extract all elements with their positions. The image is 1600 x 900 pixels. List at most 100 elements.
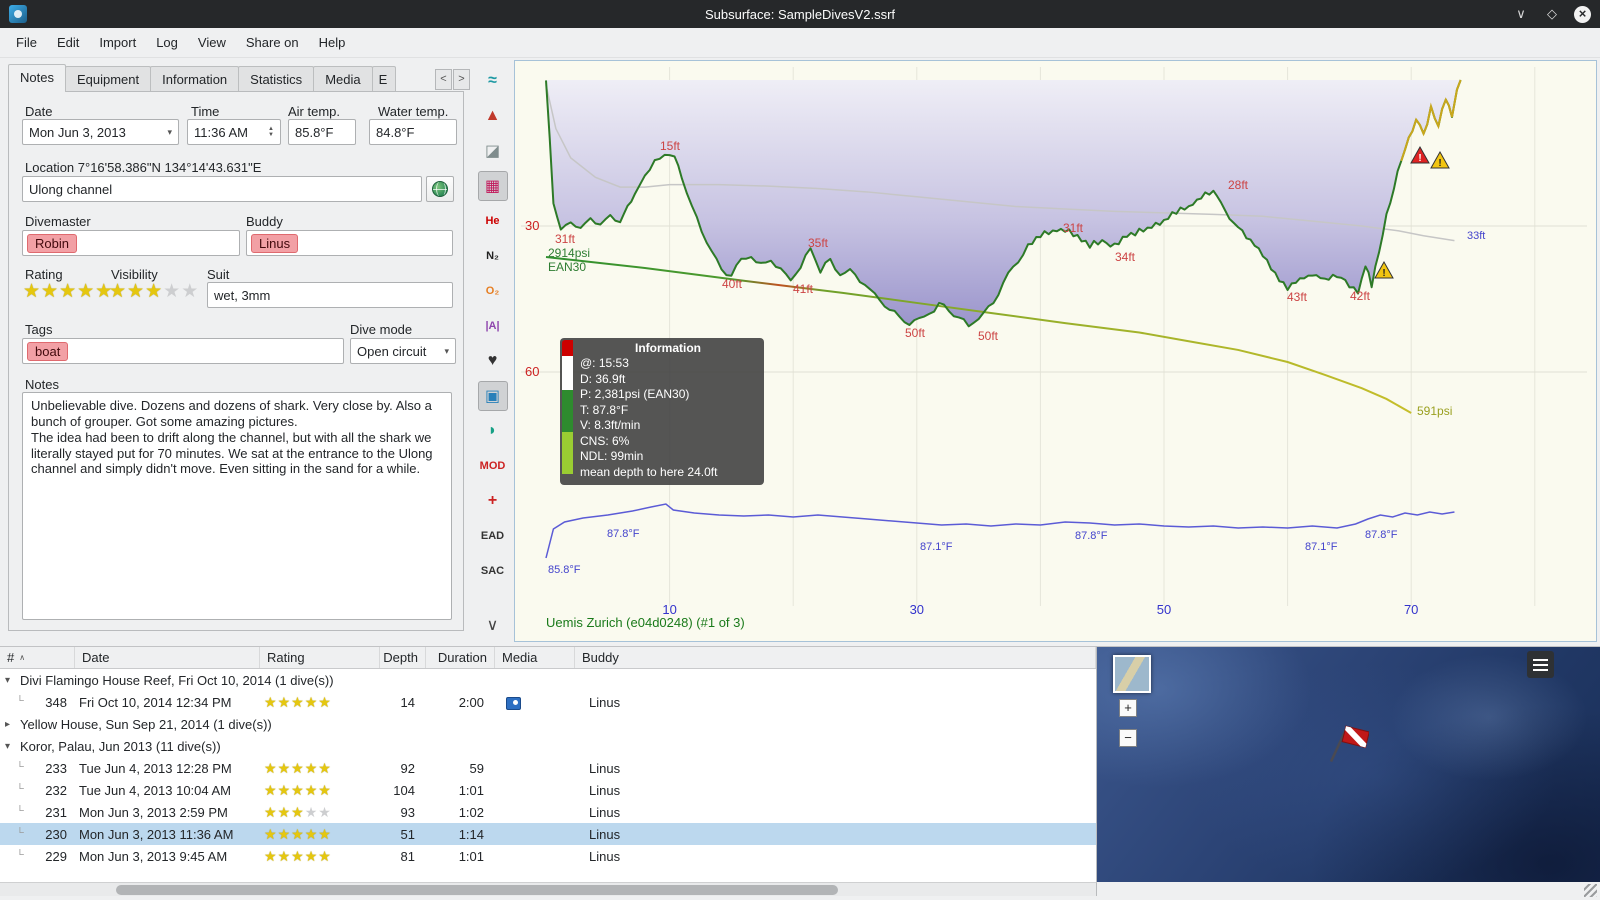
time-spinner[interactable]: 11:36 AM ▲ ▼ (187, 119, 281, 145)
star-icon[interactable]: ★ (59, 281, 77, 303)
menu-import[interactable]: Import (89, 31, 146, 54)
expand-icon[interactable]: ▸ (5, 719, 20, 730)
titlebar[interactable]: Subsurface: SampleDivesV2.ssrf ∨ ◇ × (0, 0, 1600, 28)
pressure-graph-icon[interactable]: ▲ (478, 101, 508, 131)
star-icon[interactable]: ★ (163, 281, 181, 303)
ead-icon[interactable]: EAD (478, 521, 508, 551)
edit-profile-icon[interactable]: ◗ (478, 416, 508, 446)
star-icon[interactable]: ★ (77, 281, 95, 303)
star-icon[interactable]: ★ (127, 281, 145, 303)
tab-equipment[interactable]: Equipment (64, 66, 152, 92)
dive-computer-icon[interactable]: ≈ (478, 66, 508, 96)
column-header-num[interactable]: # ∧ (0, 647, 75, 668)
date-select[interactable]: Mon Jun 3, 2013 ▾ (22, 119, 179, 145)
map-widget[interactable]: + − (1097, 646, 1600, 882)
tab-notes[interactable]: Notes (8, 64, 66, 92)
star-icon[interactable]: ★ (145, 281, 163, 303)
tab-scroll-right-button[interactable]: > (453, 69, 470, 90)
map-zoom-in-button[interactable]: + (1119, 699, 1137, 717)
tab-scroll-left-button[interactable]: < (435, 69, 452, 90)
map-overview-thumbnail[interactable] (1113, 655, 1151, 693)
scrollbar-thumb[interactable] (116, 885, 838, 895)
air-temp-label: Air temp. (288, 104, 341, 119)
trip-row[interactable]: ▸ Yellow House, Sun Sep 21, 2014 (1 dive(… (0, 713, 1096, 735)
sac-icon[interactable]: SAC (478, 556, 508, 586)
water-temp-input[interactable] (369, 119, 457, 145)
spinner-arrows-icon[interactable]: ▲ ▼ (268, 126, 274, 138)
rating-stars[interactable]: ★ ★ ★ ★ ★ (23, 281, 113, 303)
collapse-toolbar-icon[interactable]: ∨ (478, 610, 508, 640)
dive-duration: 2:00 (458, 694, 484, 710)
dive-row[interactable]: └ 233 Tue Jun 4, 2013 12:28 PM ★★★★★ 92 59 Lin… (0, 757, 1096, 779)
suit-input[interactable] (207, 282, 453, 308)
tab-media[interactable]: Media (313, 66, 373, 92)
dive-row[interactable]: └ 231 Mon Jun 3, 2013 2:59 PM ★★★★★ 93 1:02 Li… (0, 801, 1096, 823)
tab-information[interactable]: Information (150, 66, 240, 92)
collapse-icon[interactable]: ▾ (5, 675, 20, 686)
divemaster-chip[interactable]: Robin (27, 233, 77, 253)
star-icon[interactable]: ★ (181, 281, 199, 303)
column-header-rating[interactable]: Rating (260, 647, 380, 668)
column-header-media[interactable]: Media (495, 647, 575, 668)
ruler-icon[interactable]: |A| (478, 311, 508, 341)
column-header-duration[interactable]: Duration (426, 647, 495, 668)
ceiling-icon[interactable]: ◪ (478, 136, 508, 166)
show-on-map-button[interactable] (426, 176, 454, 202)
menubar: File Edit Import Log View Share on Help (0, 28, 1600, 58)
resize-grip[interactable] (1584, 884, 1597, 897)
minimize-icon[interactable]: ∨ (1512, 5, 1530, 23)
menu-help[interactable]: Help (309, 31, 356, 54)
tab-statistics[interactable]: Statistics (238, 66, 315, 92)
horizontal-scrollbar[interactable] (0, 882, 1097, 896)
divemaster-input[interactable]: Robin (22, 230, 240, 256)
trip-row[interactable]: ▾ Koror, Palau, Jun 2013 (11 dive(s)) (0, 735, 1096, 757)
menu-edit[interactable]: Edit (47, 31, 89, 54)
star-icon[interactable]: ★ (109, 281, 127, 303)
photos-icon[interactable]: ▣ (477, 381, 508, 411)
menu-log[interactable]: Log (146, 31, 188, 54)
visibility-stars[interactable]: ★ ★ ★ ★ ★ (109, 281, 199, 303)
menu-view[interactable]: View (188, 31, 236, 54)
tag-chip[interactable]: boat (27, 341, 69, 361)
media-icon[interactable] (506, 696, 521, 710)
column-header-depth[interactable]: Depth (380, 647, 426, 668)
dive-row[interactable]: └ 229 Mon Jun 3, 2013 9:45 AM ★★★★★ 81 1:01 Li… (0, 845, 1096, 867)
pp-he-icon[interactable]: He (478, 206, 508, 236)
pp-o2-icon[interactable]: O₂ (478, 276, 508, 306)
map-zoom-out-button[interactable]: − (1119, 729, 1137, 747)
maximize-icon[interactable]: ◇ (1543, 5, 1561, 23)
dive-site-flag-marker[interactable] (1325, 723, 1369, 771)
location-input[interactable] (22, 176, 422, 202)
tags-input[interactable]: boat (22, 338, 344, 364)
trip-row[interactable]: ▾ Divi Flamingo House Reef, Fri Oct 10, 2… (0, 669, 1096, 691)
svg-text:15ft: 15ft (660, 139, 681, 153)
star-icon: ★ (264, 847, 278, 864)
menu-file[interactable]: File (6, 31, 47, 54)
notes-textarea[interactable]: Unbelievable dive. Dozens and dozens of … (22, 392, 452, 620)
mod-icon[interactable]: MOD (478, 451, 508, 481)
tab-e[interactable]: E (371, 66, 396, 92)
close-icon[interactable]: × (1574, 5, 1591, 23)
dive-mode-select[interactable]: Open circuit ▾ (350, 338, 456, 364)
heart-rate-icon[interactable]: ♥ (478, 346, 508, 376)
collapse-icon[interactable]: ▾ (5, 741, 20, 752)
tissue-heatmap-icon[interactable]: ▦ (477, 171, 508, 201)
map-menu-button[interactable] (1527, 651, 1554, 678)
pp-n2-icon[interactable]: N₂ (478, 241, 508, 271)
dive-row[interactable]: └ 348 Fri Oct 10, 2014 12:34 PM ★★★★★ 14 2:00… (0, 691, 1096, 713)
air-temp-input[interactable] (288, 119, 356, 145)
menu-share-on[interactable]: Share on (236, 31, 309, 54)
dive-date: Mon Jun 3, 2013 2:59 PM (79, 804, 228, 820)
svg-text:87.1°F: 87.1°F (1305, 541, 1338, 553)
star-icon[interactable]: ★ (41, 281, 59, 303)
column-header-date[interactable]: Date (75, 647, 260, 668)
star-icon[interactable]: ★ (23, 281, 41, 303)
column-header-buddy[interactable]: Buddy (575, 647, 1096, 668)
buddy-input[interactable]: Linus (246, 230, 453, 256)
svg-text:!: ! (1382, 268, 1385, 279)
dive-row[interactable]: └ 230 Mon Jun 3, 2013 11:36 AM ★★★★★ 51 1:14 L… (0, 823, 1096, 845)
buddy-chip[interactable]: Linus (251, 233, 299, 253)
dive-row[interactable]: └ 232 Tue Jun 4, 2013 10:04 AM ★★★★★ 104 1:01… (0, 779, 1096, 801)
deco-icon[interactable]: + (478, 486, 508, 516)
water-temp-label: Water temp. (378, 104, 449, 119)
